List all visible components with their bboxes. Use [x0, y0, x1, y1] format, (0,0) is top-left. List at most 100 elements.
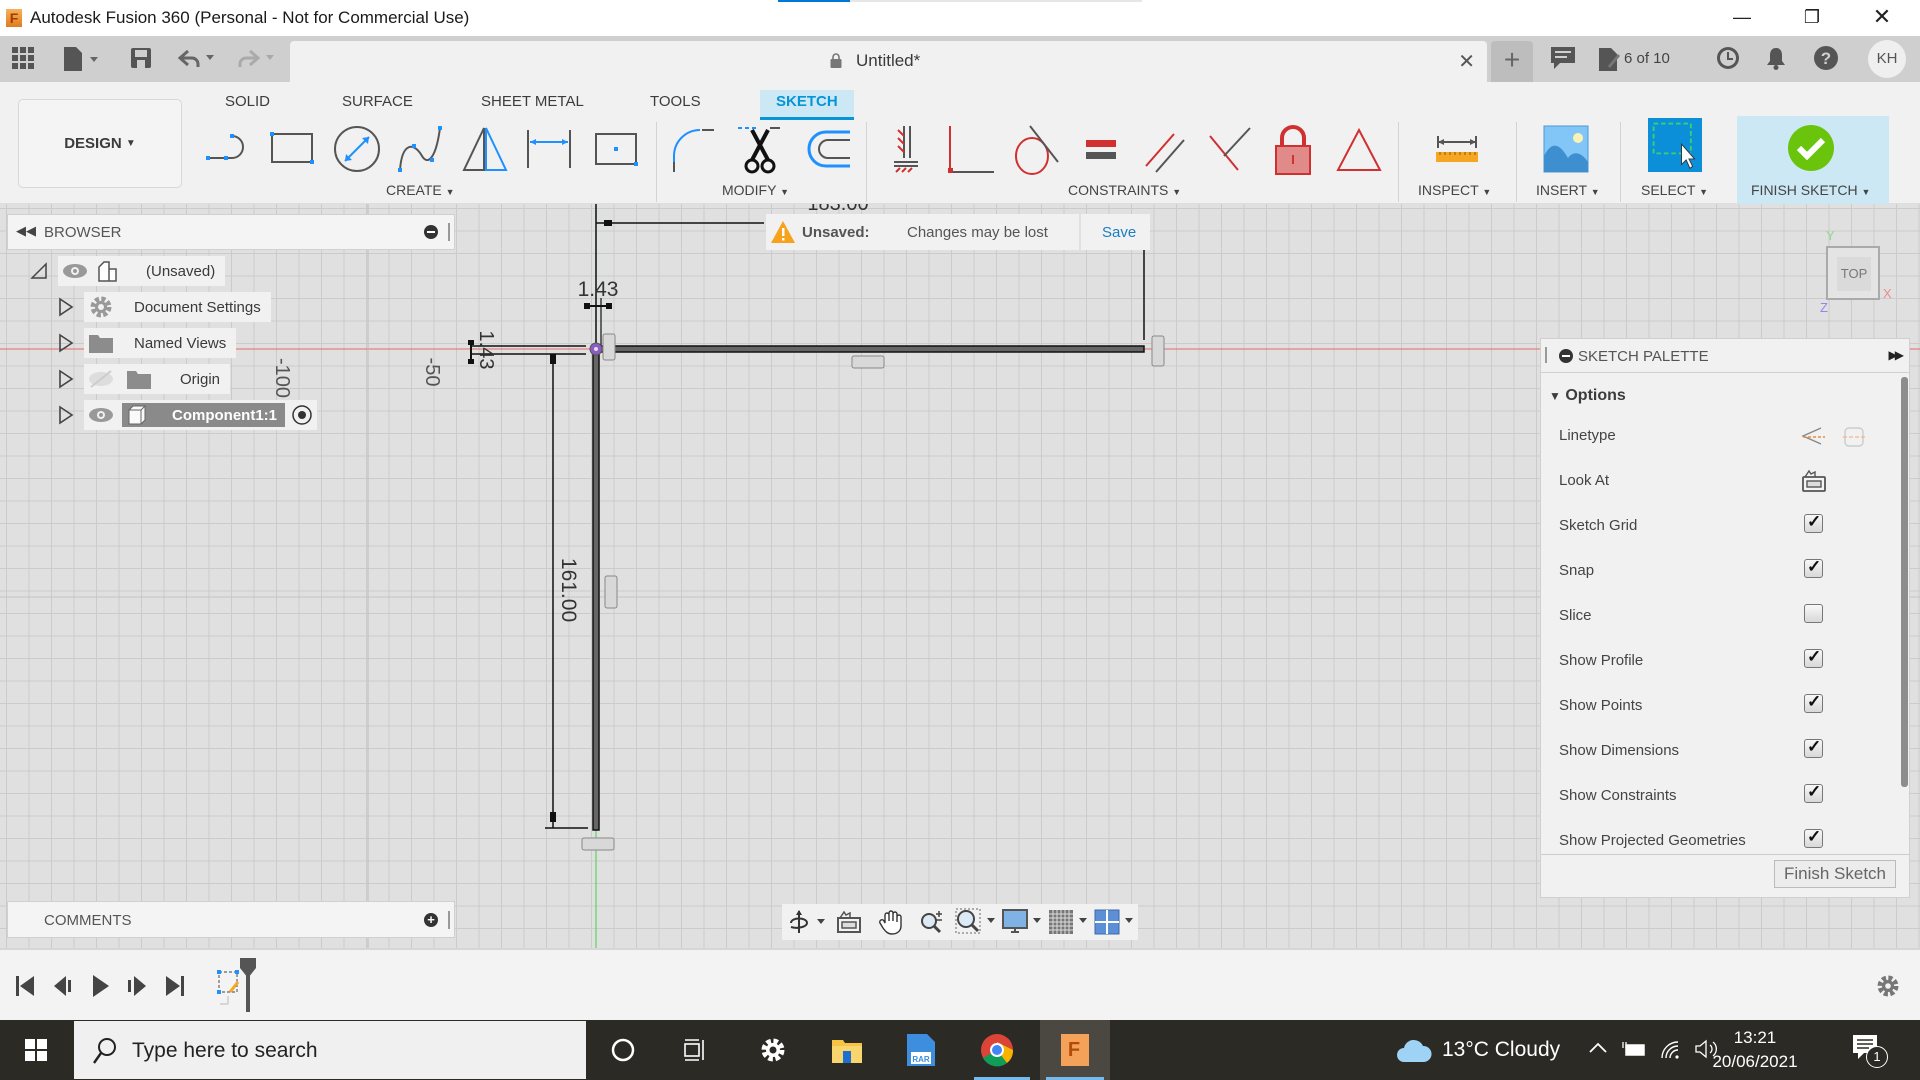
measure-ruler-icon[interactable]: [1430, 122, 1484, 176]
tab-tools[interactable]: TOOLS: [650, 90, 701, 120]
viewports-icon[interactable]: [1092, 907, 1138, 937]
show-projected-geometries-checkbox[interactable]: [1804, 827, 1823, 848]
save-link[interactable]: Save: [1102, 224, 1136, 241]
battery-icon[interactable]: [1622, 1040, 1646, 1058]
browser-item-origin[interactable]: Origin: [58, 364, 231, 394]
data-panel-grid-icon[interactable]: [12, 47, 34, 75]
viewcube-face-top[interactable]: TOP: [1837, 257, 1871, 291]
snap-checkbox[interactable]: [1804, 557, 1823, 578]
cortana-icon[interactable]: [588, 1020, 658, 1080]
coincident-constraint-icon[interactable]: [944, 122, 998, 176]
spline-tool-icon[interactable]: [394, 122, 448, 176]
equal-constraint-icon[interactable]: [1074, 122, 1128, 176]
close-tab-button[interactable]: ✕: [1458, 49, 1475, 74]
action-center-button[interactable]: 1: [1852, 1034, 1892, 1070]
pan-hand-icon[interactable]: [870, 907, 912, 937]
winrar-icon[interactable]: RAR: [886, 1020, 956, 1080]
tab-sketch[interactable]: SKETCH: [760, 90, 854, 120]
fusion-360-taskbar-icon[interactable]: F: [1040, 1020, 1110, 1080]
job-status-count[interactable]: 6 of 10: [1624, 50, 1670, 67]
visibility-eye-icon[interactable]: [88, 406, 114, 424]
close-window-button[interactable]: ✕: [1852, 0, 1912, 34]
palette-scrollbar[interactable]: [1901, 377, 1908, 787]
play-icon[interactable]: [90, 974, 112, 998]
save-icon[interactable]: [130, 47, 152, 75]
tab-surface[interactable]: SURFACE: [342, 90, 413, 120]
mirror-tool-icon[interactable]: [458, 122, 512, 176]
settings-gear-taskbar-icon[interactable]: [738, 1020, 808, 1080]
rectangle-tool-icon[interactable]: [266, 122, 320, 176]
construction-linetype-icon[interactable]: [1799, 424, 1827, 455]
finish-sketch-menu[interactable]: FINISH SKETCH ▼: [1751, 182, 1870, 198]
activate-component-radio-icon[interactable]: [291, 404, 313, 426]
chrome-icon[interactable]: [962, 1020, 1032, 1080]
centerline-linetype-icon[interactable]: [1841, 424, 1867, 455]
modify-group-menu[interactable]: MODIFY ▼: [722, 182, 789, 198]
insert-image-icon[interactable]: [1540, 122, 1594, 176]
notifications-bell-icon[interactable]: [1765, 46, 1787, 76]
display-settings-icon[interactable]: [1000, 907, 1046, 937]
trim-scissors-icon[interactable]: [734, 122, 788, 176]
new-tab-button[interactable]: +: [1491, 41, 1533, 82]
parallel-constraint-icon[interactable]: [1138, 122, 1192, 176]
constraints-group-menu[interactable]: CONSTRAINTS ▼: [1068, 182, 1181, 198]
comments-icon[interactable]: [1550, 46, 1576, 76]
sketch-canvas[interactable]: 183.00 1.43 1.43 161.00 -50 -100 ◀◀ BROW…: [0, 204, 1920, 948]
grid-snaps-icon[interactable]: [1046, 907, 1092, 937]
line-tool-icon[interactable]: [202, 122, 256, 176]
options-section-toggle[interactable]: ▼ Options: [1549, 387, 1626, 405]
show-hidden-icons-chevron[interactable]: [1588, 1040, 1608, 1056]
fit-zoom-window-icon[interactable]: [954, 907, 1000, 937]
show-profile-checkbox[interactable]: [1804, 647, 1823, 668]
panel-resize-handle[interactable]: [448, 911, 450, 929]
file-menu-icon[interactable]: [62, 47, 102, 77]
workspace-switcher[interactable]: DESIGN ▼: [18, 99, 182, 188]
expand-palette-icon[interactable]: ▶▶: [1889, 348, 1905, 362]
zoom-icon[interactable]: [912, 907, 954, 937]
orbit-icon[interactable]: [786, 907, 828, 937]
viewcube[interactable]: TOP: [1826, 246, 1880, 300]
fix-lock-constraint-icon[interactable]: [1266, 122, 1320, 176]
palette-drag-handle[interactable]: [1545, 347, 1547, 363]
expand-triangle-icon[interactable]: [58, 405, 74, 425]
sketch-dimension-tool-icon[interactable]: [522, 122, 576, 176]
panel-resize-handle[interactable]: [448, 223, 450, 241]
go-to-start-icon[interactable]: [14, 974, 36, 998]
collapse-browser-icon[interactable]: ◀◀: [16, 223, 36, 239]
taskbar-search-box[interactable]: Type here to search: [74, 1021, 586, 1079]
help-icon[interactable]: ?: [1814, 46, 1838, 76]
offset-tool-icon[interactable]: [800, 122, 854, 176]
add-comment-icon[interactable]: +: [424, 913, 438, 927]
step-back-icon[interactable]: [52, 974, 74, 998]
look-at-icon[interactable]: [828, 907, 870, 937]
file-explorer-icon[interactable]: [812, 1020, 882, 1080]
tangent-constraint-icon[interactable]: [1008, 122, 1062, 176]
browser-panel-header[interactable]: ◀◀ BROWSER: [7, 214, 455, 250]
collapse-triangle-icon[interactable]: [30, 262, 48, 280]
browser-item-named-views[interactable]: Named Views: [58, 328, 237, 358]
hidden-eye-icon[interactable]: [88, 370, 114, 388]
minimize-palette-icon[interactable]: [1559, 349, 1573, 363]
wifi-icon[interactable]: [1660, 1040, 1682, 1060]
task-view-icon[interactable]: [660, 1020, 730, 1080]
look-at-icon[interactable]: [1801, 469, 1827, 498]
horizontal-vertical-constraint-icon[interactable]: [880, 122, 934, 176]
fillet-tool-icon[interactable]: [668, 122, 722, 176]
finish-sketch-palette-button[interactable]: Finish Sketch: [1774, 860, 1896, 888]
restore-button[interactable]: ❐: [1782, 0, 1842, 34]
show-constraints-checkbox[interactable]: [1804, 782, 1823, 803]
midpoint-constraint-icon[interactable]: [1332, 122, 1386, 176]
job-status-icon[interactable]: [1598, 46, 1620, 78]
show-dimensions-checkbox[interactable]: [1804, 737, 1823, 758]
insert-group-menu[interactable]: INSERT ▼: [1536, 182, 1600, 198]
perpendicular-constraint-icon[interactable]: [1202, 122, 1256, 176]
weather-cloud-icon[interactable]: [1396, 1038, 1432, 1064]
tab-sheet-metal[interactable]: SHEET METAL: [481, 90, 584, 120]
circle-tool-icon[interactable]: [330, 122, 384, 176]
windows-start-button[interactable]: [0, 1020, 72, 1080]
clock[interactable]: 13:21 20/06/2021: [1700, 1026, 1810, 1074]
expand-triangle-icon[interactable]: [58, 369, 74, 389]
redo-icon[interactable]: [236, 47, 276, 75]
visibility-eye-icon[interactable]: [62, 262, 88, 280]
step-forward-icon[interactable]: [126, 974, 148, 998]
